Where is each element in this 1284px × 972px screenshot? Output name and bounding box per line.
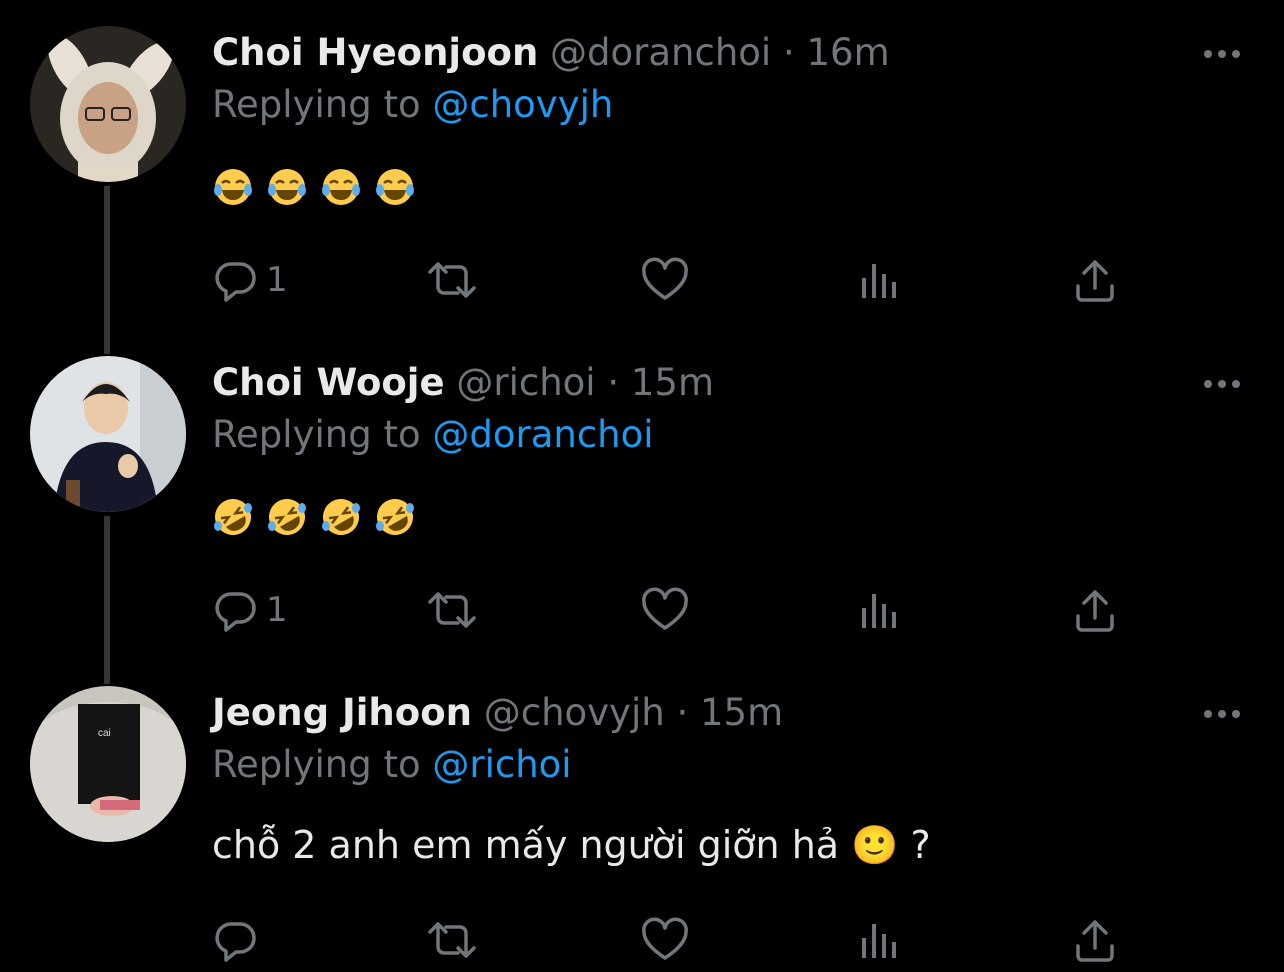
rolling-on-floor-laughing-emoji <box>214 499 252 535</box>
tears-of-joy-emoji <box>268 169 306 205</box>
replying-prefix: Replying to <box>212 83 421 126</box>
reply-button[interactable]: 1 <box>212 252 288 308</box>
tears-of-joy-emoji <box>376 169 414 205</box>
tweet-header: Choi Wooje @richoi · 15m <box>212 360 714 406</box>
handle[interactable]: @chovyjh <box>484 691 665 734</box>
rolling-on-floor-laughing-emoji <box>322 499 360 535</box>
action-bar <box>212 912 1132 968</box>
like-icon <box>642 917 688 960</box>
retweet-icon <box>428 922 476 958</box>
share-button[interactable] <box>1072 252 1118 308</box>
share-button[interactable] <box>1072 582 1118 638</box>
rolling-on-floor-laughing-emoji <box>268 499 306 535</box>
timestamp[interactable]: 15m <box>700 691 783 734</box>
retweet-button[interactable] <box>424 582 480 638</box>
tweet-content: 😂 <box>212 166 416 208</box>
share-icon <box>1076 920 1114 962</box>
more-icon[interactable] <box>1198 696 1246 732</box>
svg-text:cai: cai <box>98 728 111 739</box>
analytics-button[interactable] <box>858 252 902 308</box>
tears-of-joy-emoji <box>322 169 360 205</box>
tweet-text: chỗ 2 anh em mấy người giỡn hả 🙂 ? <box>212 823 931 867</box>
action-bar: 1 <box>212 582 1132 638</box>
reply-icon <box>215 922 256 962</box>
handle[interactable]: @doranchoi <box>550 31 771 74</box>
analytics-icon <box>862 264 896 298</box>
replying-to: Replying to @doranchoi <box>212 412 654 458</box>
tweet-content <box>212 496 416 538</box>
tweet-header: Jeong Jihoon @chovyjh · 15m <box>212 690 783 736</box>
replying-handle[interactable]: @chovyjh <box>432 83 613 126</box>
like-button[interactable] <box>640 582 690 638</box>
avatar[interactable] <box>30 26 186 182</box>
action-bar: 1 <box>212 252 1132 308</box>
handle[interactable]: @richoi <box>456 361 595 404</box>
reply-icon <box>215 262 256 302</box>
share-button[interactable] <box>1072 912 1118 968</box>
reply-count: 1 <box>266 260 288 300</box>
replying-prefix: Replying to <box>212 743 421 786</box>
separator: · <box>782 31 795 74</box>
replying-to: Replying to @chovyjh <box>212 82 613 128</box>
like-button[interactable] <box>640 252 690 308</box>
reply-button[interactable] <box>212 912 266 968</box>
tweet-3[interactable]: cai Jeong Jihoon @chovyjh · 15m Replying… <box>0 660 1284 972</box>
separator: · <box>676 691 689 734</box>
reply-count: 1 <box>266 590 288 630</box>
retweet-button[interactable] <box>424 252 480 308</box>
avatar[interactable]: cai <box>30 686 186 842</box>
separator: · <box>607 361 620 404</box>
retweet-icon <box>428 592 476 628</box>
display-name[interactable]: Jeong Jihoon <box>212 691 472 734</box>
share-icon <box>1076 260 1114 302</box>
analytics-icon <box>862 924 896 958</box>
more-icon[interactable] <box>1198 36 1246 72</box>
analytics-button[interactable] <box>858 582 902 638</box>
more-icon[interactable] <box>1198 366 1246 402</box>
like-icon <box>642 587 688 630</box>
share-icon <box>1076 590 1114 632</box>
display-name[interactable]: Choi Wooje <box>212 361 445 404</box>
analytics-button[interactable] <box>858 912 902 968</box>
tweet-header: Choi Hyeonjoon @doranchoi · 16m <box>212 30 890 76</box>
timestamp[interactable]: 16m <box>807 31 890 74</box>
replying-handle[interactable]: @doranchoi <box>432 413 653 456</box>
tweet-1[interactable]: Choi Hyeonjoon @doranchoi · 16m Replying… <box>0 0 1284 330</box>
replying-handle[interactable]: @richoi <box>432 743 571 786</box>
rolling-on-floor-laughing-emoji <box>376 499 414 535</box>
tweet-2[interactable]: Choi Wooje @richoi · 15m Replying to @do… <box>0 330 1284 660</box>
retweet-icon <box>428 262 476 298</box>
replying-to: Replying to @richoi <box>212 742 572 788</box>
replying-prefix: Replying to <box>212 413 421 456</box>
reply-button[interactable]: 1 <box>212 582 288 638</box>
avatar[interactable] <box>30 356 186 512</box>
reply-icon <box>215 592 256 632</box>
like-button[interactable] <box>640 912 690 968</box>
display-name[interactable]: Choi Hyeonjoon <box>212 31 538 74</box>
tears-of-joy-emoji <box>214 169 252 205</box>
like-icon <box>642 257 688 300</box>
timestamp[interactable]: 15m <box>631 361 714 404</box>
retweet-button[interactable] <box>424 912 480 968</box>
analytics-icon <box>862 594 896 628</box>
